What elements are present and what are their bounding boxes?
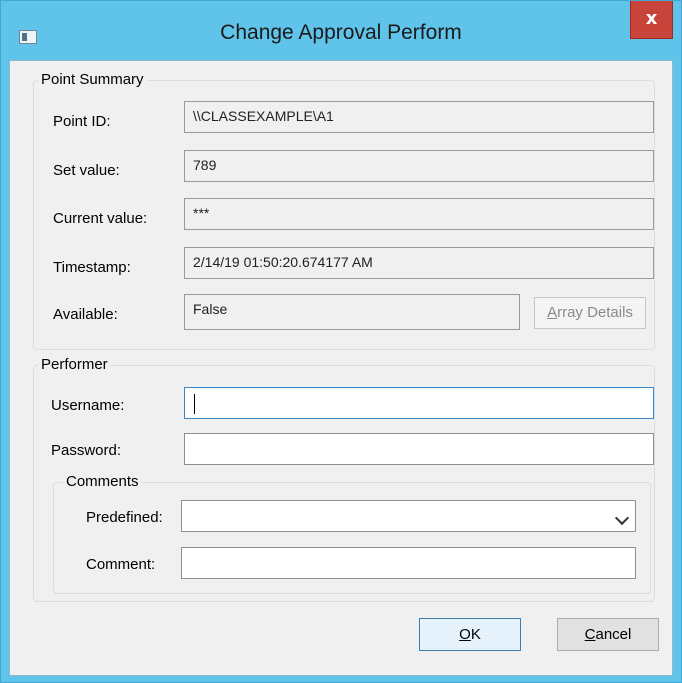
predefined-dropdown[interactable] xyxy=(181,500,636,532)
close-button[interactable]: x xyxy=(630,1,673,39)
available-field: False xyxy=(184,294,520,330)
window-title: Change Approval Perform xyxy=(220,21,462,44)
ok-label: K xyxy=(470,626,481,643)
set-value-field: 789 xyxy=(184,150,654,182)
point-summary-legend: Point Summary xyxy=(38,71,147,89)
set-value-label: Set value: xyxy=(53,162,120,179)
text-caret xyxy=(194,394,195,414)
username-label: Username: xyxy=(51,397,125,414)
performer-legend: Performer xyxy=(38,356,111,374)
available-label: Available: xyxy=(53,306,118,323)
comments-legend: Comments xyxy=(63,473,142,491)
comment-input[interactable] xyxy=(181,547,636,579)
current-value-label: Current value: xyxy=(53,210,148,227)
point-id-field: \\CLASSEXAMPLE\A1 xyxy=(184,101,654,133)
title-bar[interactable]: Change Approval Perform x xyxy=(1,1,681,61)
dialog-window: Change Approval Perform x Point Summary … xyxy=(0,0,682,683)
array-details-button[interactable]: Array Details xyxy=(534,297,646,329)
comments-group: Comments Predefined: Comment: xyxy=(53,473,651,594)
password-label: Password: xyxy=(51,442,122,459)
point-id-label: Point ID: xyxy=(53,113,111,130)
array-details-mnemonic: A xyxy=(547,304,558,321)
performer-group: Performer Username: Password: Comments P… xyxy=(33,356,655,602)
timestamp-label: Timestamp: xyxy=(53,259,131,276)
dialog-client-area: Point Summary Point ID: \\CLASSEXAMPLE\A… xyxy=(9,60,673,676)
chevron-down-icon[interactable] xyxy=(614,510,630,526)
array-details-label: rray Details xyxy=(557,304,633,321)
password-input[interactable] xyxy=(184,433,654,465)
ok-mnemonic: O xyxy=(459,626,471,643)
close-icon: x xyxy=(645,8,658,29)
predefined-label: Predefined: xyxy=(86,509,163,526)
cancel-mnemonic: C xyxy=(584,626,596,643)
comment-label: Comment: xyxy=(86,556,156,573)
cancel-button[interactable]: Cancel xyxy=(557,618,659,651)
username-input[interactable] xyxy=(184,387,654,419)
point-summary-group: Point Summary Point ID: \\CLASSEXAMPLE\A… xyxy=(33,71,655,350)
ok-button[interactable]: OK xyxy=(419,618,521,651)
current-value-field: *** xyxy=(184,198,654,230)
timestamp-field: 2/14/19 01:50:20.674177 AM xyxy=(184,247,654,279)
cancel-label: ancel xyxy=(595,626,632,643)
